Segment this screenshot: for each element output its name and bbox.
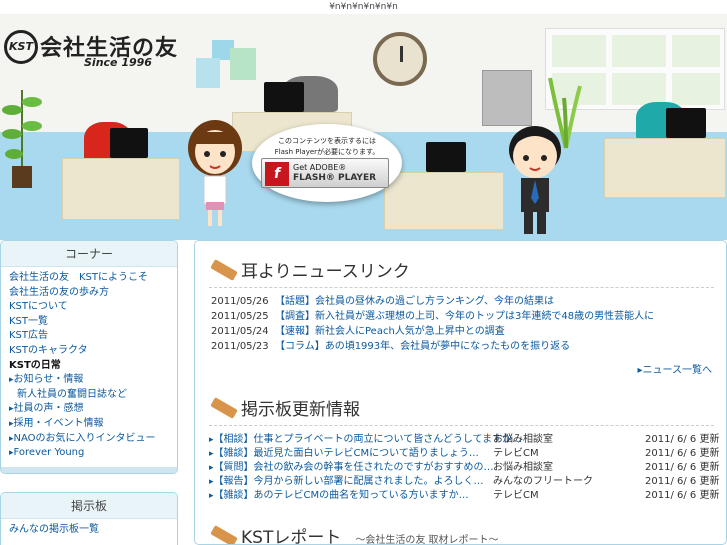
bbs-board-name: お悩み相談室	[493, 462, 553, 473]
bbs-panel-title: 掲示板	[1, 493, 177, 519]
sidebar-item[interactable]: 採用・イベント情報	[9, 417, 169, 432]
bbs-updated-date: 2011/ 6/ 6 更新	[645, 462, 720, 473]
office-desk	[604, 138, 726, 198]
bbs-nav-list: みんなの掲示板一覧	[1, 519, 177, 542]
sidebar-bbs-item[interactable]: みんなの掲示板一覧	[9, 523, 169, 538]
bbs-board-name: テレビCM	[493, 448, 539, 459]
sidebar-item[interactable]: 社員の声・感想	[9, 402, 169, 417]
bbs-topic-link[interactable]: 【質問】会社の飲み会の幹事を任されたのですがおすすめの…	[209, 461, 494, 475]
bbs-panel: 掲示板 みんなの掲示板一覧	[0, 492, 178, 545]
news-row: 2011/05/25 【調査】新入社員が選ぶ理想の上司、今年のトップは3年連続で4…	[211, 310, 654, 324]
report-section-title: KSTレポート 〜会社生活の友 取材レポート〜	[210, 525, 499, 545]
header-banner: KST 会社生活の友 Since 1996 このコンテンツを表示するには Fla…	[0, 14, 727, 240]
boy-character	[509, 126, 561, 234]
news-link[interactable]: 【コラム】あの頃1993年、会社員が夢中になったものを振り返る	[275, 341, 570, 352]
bbs-row: 【雑談】最近見た面白いテレビCMについて語りましょう… テレビCM 2011/ 6/…	[209, 447, 720, 461]
copier-icon	[482, 70, 532, 126]
report-subtitle: 〜会社生活の友 取材レポート〜	[355, 535, 499, 545]
sidebar-item[interactable]: Forever Young	[9, 446, 169, 461]
sidebar-item[interactable]: KSTの日常	[9, 359, 169, 374]
pen-icon	[210, 397, 238, 419]
news-link[interactable]: 【話題】会社員の昼休みの過ごし方ランキング、今年の結果は	[275, 296, 554, 307]
flash-button-top: Get ADOBE®	[293, 163, 347, 172]
flash-message: このコンテンツを表示するには Flash Playerが必要になります。	[252, 136, 402, 158]
office-desk	[62, 158, 180, 220]
sidebar-item[interactable]: 会社生活の友の歩み方	[9, 286, 169, 301]
bbs-updated-date: 2011/ 6/ 6 更新	[645, 490, 720, 501]
sidebar: コーナー 会社生活の友 KSTにようこそ 会社生活の友の歩み方 KSTについて KST…	[0, 240, 178, 545]
bbs-updated-date: 2011/ 6/ 6 更新	[645, 434, 720, 445]
plant-icon	[2, 90, 42, 188]
flash-button-bottom: FLASH® PLAYER	[293, 173, 377, 183]
news-section-title: 耳よりニュースリンク	[210, 259, 410, 285]
bbs-row: 【雑談】あのテレビCMの曲名を知っている方いますか… テレビCM 2011/ 6/ …	[209, 489, 720, 503]
monitor-icon	[110, 128, 148, 158]
office-desk	[384, 172, 504, 230]
bbs-topic-link[interactable]: 【雑談】最近見た面白いテレビCMについて語りましょう…	[209, 447, 479, 461]
sidebar-item[interactable]: 会社生活の友 KSTにようこそ	[9, 271, 169, 286]
news-date: 2011/05/25	[211, 311, 269, 322]
sidebar-item[interactable]: KST広告	[9, 329, 169, 344]
corner-nav-list: 会社生活の友 KSTにようこそ 会社生活の友の歩み方 KSTについて KST一覧 KST…	[1, 267, 177, 465]
news-more-link[interactable]: ニュース一覧へ	[637, 361, 713, 376]
bbs-section-title: 掲示板更新情報	[210, 397, 360, 423]
news-date: 2011/05/26	[211, 296, 269, 307]
flash-message-line1: このコンテンツを表示するには	[278, 137, 376, 145]
wall-clock-icon	[373, 32, 427, 86]
corner-panel: コーナー 会社生活の友 KSTにようこそ 会社生活の友の歩み方 KSTについて KST…	[0, 240, 178, 474]
bbs-topic-link[interactable]: 【相談】仕事とプライベートの両立について皆さんどうしてますか…	[209, 433, 523, 447]
report-title-text: KSTレポート	[241, 528, 342, 545]
news-link[interactable]: 【調査】新入社員が選ぶ理想の上司、今年のトップは3年連続で48歳の男性芸能人に	[275, 311, 654, 322]
sidebar-item[interactable]: 新人社員の奮闘日誌など	[9, 388, 169, 403]
sidebar-item[interactable]: KST一覧	[9, 315, 169, 330]
pen-icon	[210, 259, 238, 281]
bbs-row: 【報告】今月から新しい部署に配属されました。よろしく… みんなのフリートーク 201…	[209, 475, 720, 489]
bbs-updated-date: 2011/ 6/ 6 更新	[645, 448, 720, 459]
main-content: 耳よりニュースリンク 2011/05/26 【話題】会社員の昼休みの過ごし方ランキ…	[194, 240, 727, 545]
corner-panel-title: コーナー	[1, 241, 177, 267]
sidebar-item[interactable]: KSTのキャラクタ	[9, 344, 169, 359]
news-date: 2011/05/23	[211, 341, 269, 352]
monitor-icon	[426, 142, 466, 172]
get-flash-player-button[interactable]: f Get ADOBE® FLASH® PLAYER	[261, 158, 389, 188]
girl-character	[188, 120, 242, 226]
bbs-board-name: お悩み相談室	[493, 434, 553, 445]
sticky-note-icon	[230, 48, 256, 80]
pen-icon	[210, 525, 238, 544]
logo-mark: KST	[4, 30, 38, 64]
bbs-board-name: テレビCM	[493, 490, 539, 501]
divider	[209, 425, 714, 426]
sidebar-item[interactable]: NAOのお気に入りインタビュー	[9, 432, 169, 447]
bbs-topic-link[interactable]: 【報告】今月から新しい部署に配属されました。よろしく…	[209, 475, 484, 489]
site-logo[interactable]: KST 会社生活の友 Since 1996	[4, 30, 184, 70]
sidebar-item[interactable]: お知らせ・情報	[9, 373, 169, 388]
news-link[interactable]: 【速報】新社会人にPeach人気が急上昇中との調査	[275, 326, 505, 337]
panel-footer	[1, 467, 177, 473]
monitor-icon	[666, 108, 706, 138]
divider	[209, 287, 714, 288]
news-row: 2011/05/23 【コラム】あの頃1993年、会社員が夢中になったものを振り返…	[211, 340, 570, 354]
news-row: 2011/05/26 【話題】会社員の昼休みの過ごし方ランキング、今年の結果は	[211, 295, 554, 309]
news-title-text: 耳よりニュースリンク	[241, 262, 410, 282]
sticky-note-icon	[196, 58, 220, 88]
news-date: 2011/05/24	[211, 326, 269, 337]
monitor-icon	[264, 82, 304, 112]
bbs-row: 【相談】仕事とプライベートの両立について皆さんどうしてますか…お悩み相談室 201…	[209, 433, 720, 447]
flash-speech-bubble: このコンテンツを表示するには Flash Playerが必要になります。 f G…	[252, 124, 402, 202]
flash-icon: f	[265, 162, 289, 186]
flash-message-line2: Flash Playerが必要になります。	[274, 148, 380, 156]
bbs-updated-date: 2011/ 6/ 6 更新	[645, 476, 720, 487]
bbs-title-text: 掲示板更新情報	[241, 400, 360, 420]
sidebar-item[interactable]: KSTについて	[9, 300, 169, 315]
bbs-row: 【質問】会社の飲み会の幹事を任されたのですがおすすめの…お悩み相談室 2011/ …	[209, 461, 720, 475]
news-row: 2011/05/24 【速報】新社会人にPeach人気が急上昇中との調査	[211, 325, 505, 339]
bbs-topic-link[interactable]: 【雑談】あのテレビCMの曲名を知っている方いますか…	[209, 489, 469, 503]
bbs-board-name: みんなのフリートーク	[493, 476, 593, 487]
logo-since: Since 1996	[84, 56, 152, 69]
top-text: ¥n¥n¥n¥n¥n¥n	[329, 2, 398, 12]
